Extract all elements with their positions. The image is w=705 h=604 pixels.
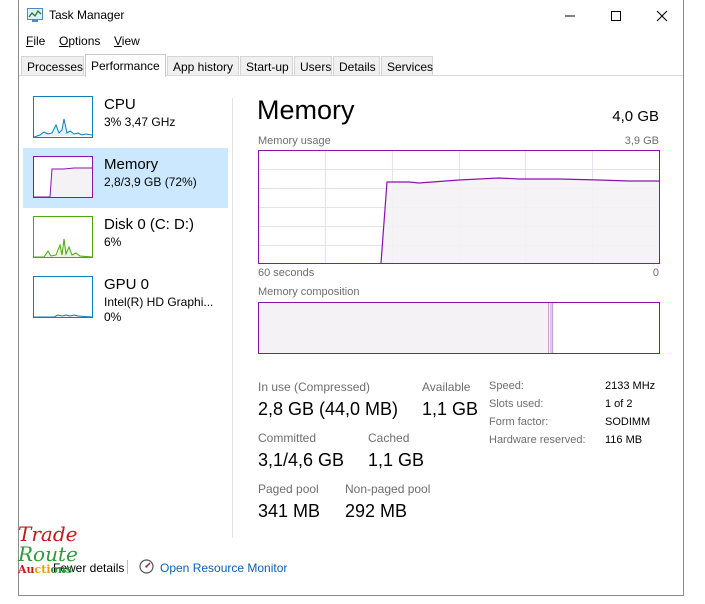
tab-details[interactable]: Details <box>333 56 380 76</box>
sidebar-gpu-detail: Intel(R) HD Graphi... 0% <box>104 295 214 324</box>
graph-axis-right: 0 <box>652 267 659 279</box>
footer-separator <box>127 560 128 574</box>
speed-value: 2133 MHz <box>605 380 656 392</box>
disk-thumbnail-graph <box>33 216 93 258</box>
minimize-button[interactable] <box>547 0 593 31</box>
slots-used-value: 1 of 2 <box>605 398 633 410</box>
tab-processes[interactable]: Processes <box>21 56 84 76</box>
sidebar-disk-detail: 6% <box>104 235 122 249</box>
task-manager-app-icon <box>27 8 43 22</box>
footer-bar: Fewer details Open Resource Monitor <box>19 556 683 580</box>
maximize-icon <box>611 11 621 21</box>
cpu-thumbnail-graph <box>33 96 93 138</box>
non-paged-pool-label: Non-paged pool <box>345 482 431 496</box>
sidebar-item-memory[interactable]: Memory 2,8/3,9 GB (72%) <box>23 148 228 208</box>
menu-file[interactable]: File <box>26 34 45 48</box>
composition-modified <box>550 303 553 353</box>
tab-start-up[interactable]: Start-up <box>240 56 293 76</box>
composition-in-use <box>259 303 549 353</box>
composition-free <box>554 303 659 353</box>
menu-options[interactable]: Options <box>59 34 100 48</box>
close-button[interactable] <box>639 0 685 31</box>
gpu-thumbnail-graph <box>33 276 93 318</box>
memory-thumbnail-graph <box>33 156 93 198</box>
form-factor-value: SODIMM <box>605 416 651 428</box>
available-value: 1,1 GB <box>422 399 479 419</box>
sidebar-item-disk[interactable]: Disk 0 (C: D:) 6% <box>23 208 228 268</box>
paged-pool-label: Paged pool <box>258 482 319 496</box>
resource-monitor-icon[interactable] <box>139 559 154 574</box>
title-bar[interactable]: Task Manager <box>19 0 683 31</box>
hardware-reserved-value: 116 MB <box>605 434 643 446</box>
minimize-icon <box>565 15 575 17</box>
hardware-reserved-key: Hardware reserved: <box>489 434 586 446</box>
memory-capacity: 4,0 GB <box>612 108 659 125</box>
in-use-label: In use (Compressed) <box>258 380 371 394</box>
sidebar-memory-name: Memory <box>104 156 159 173</box>
form-factor-key: Form factor: <box>489 416 549 428</box>
sidebar-gpu-name: GPU 0 <box>104 276 150 293</box>
tab-app-history[interactable]: App history <box>167 56 239 76</box>
tab-services[interactable]: Services <box>381 56 433 76</box>
memory-usage-graph <box>258 150 660 264</box>
speed-key: Speed: <box>489 380 524 392</box>
close-icon <box>656 10 668 22</box>
menu-view[interactable]: View <box>114 34 140 48</box>
sidebar-cpu-detail: 3% 3,47 GHz <box>104 115 176 129</box>
graph-axis-left: 60 seconds <box>258 267 315 279</box>
maximize-button[interactable] <box>593 0 639 31</box>
non-paged-pool-value: 292 MB <box>345 501 408 521</box>
committed-label: Committed <box>258 431 317 445</box>
watermark-line-3: Auctions <box>18 563 73 576</box>
task-manager-window: Task Manager File Options View Processes… <box>18 0 684 596</box>
cached-label: Cached <box>368 431 410 445</box>
tab-users[interactable]: Users <box>294 56 332 76</box>
tab-strip: Processes Performance App history Start-… <box>21 54 681 77</box>
memory-composition-label: Memory composition <box>258 286 360 298</box>
sidebar-disk-name: Disk 0 (C: D:) <box>104 216 194 233</box>
memory-usage-max: 3,9 GB <box>624 135 659 147</box>
watermark-line-2: Route <box>18 542 78 566</box>
sidebar-memory-detail: 2,8/3,9 GB (72%) <box>104 175 197 189</box>
page-title: Memory <box>257 95 355 125</box>
tab-performance[interactable]: Performance <box>85 54 166 77</box>
sidebar-cpu-name: CPU <box>104 96 136 113</box>
available-label: Available <box>422 380 471 394</box>
cached-value: 1,1 GB <box>368 450 425 470</box>
panel-divider <box>232 98 233 538</box>
window-title: Task Manager <box>49 8 125 22</box>
watermark-line-1: Trade <box>18 522 78 546</box>
committed-value: 3,1/4,6 GB <box>258 450 345 470</box>
watermark-logo: Trade Route Auctions <box>18 524 78 576</box>
sidebar-item-cpu[interactable]: CPU 3% 3,47 GHz <box>23 88 228 148</box>
sidebar-item-gpu[interactable]: GPU 0 Intel(R) HD Graphi... 0% <box>23 268 228 328</box>
memory-usage-label: Memory usage <box>258 135 331 147</box>
open-resource-monitor-link[interactable]: Open Resource Monitor <box>160 561 287 575</box>
slots-used-key: Slots used: <box>489 398 544 410</box>
in-use-value: 2,8 GB (44,0 MB) <box>258 399 399 419</box>
memory-composition-bar <box>258 302 660 354</box>
paged-pool-value: 341 MB <box>258 501 321 521</box>
